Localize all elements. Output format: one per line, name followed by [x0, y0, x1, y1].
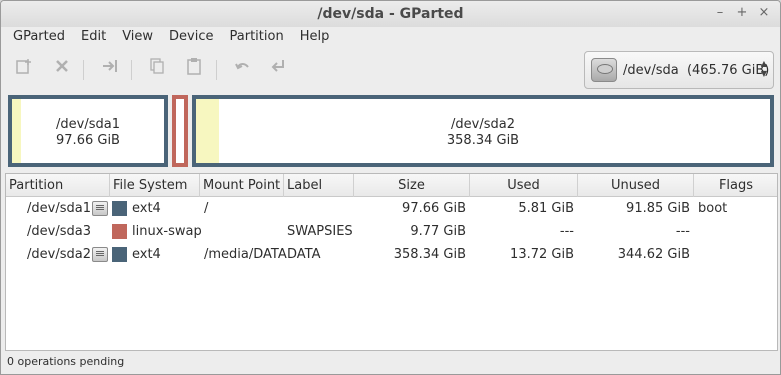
cell-unused: 344.62 GiB [617, 247, 690, 262]
column-used[interactable]: Used [470, 174, 578, 197]
maximize-button[interactable]: + [734, 5, 750, 21]
disk-map-partition-sda1[interactable]: /dev/sda1 97.66 GiB [8, 95, 168, 167]
cell-mount-point: / [204, 201, 209, 216]
cell-partition: /dev/sda2 [27, 247, 91, 262]
hard-disk-icon [591, 58, 617, 82]
cell-label: DATA [287, 247, 321, 262]
cell-file-system: linux-swap [132, 224, 202, 239]
disk-map-partition-sda2[interactable]: /dev/sda2 358.34 GiB [192, 95, 774, 167]
column-partition[interactable]: Partition [6, 174, 110, 197]
cell-unused: 91.85 GiB [626, 201, 690, 216]
cell-flags: boot [698, 201, 728, 216]
cell-unused: --- [675, 224, 690, 239]
column-label[interactable]: Label [284, 174, 354, 197]
delete-icon[interactable] [49, 57, 75, 83]
toolbar-separator [131, 60, 132, 80]
cell-used: 13.72 GiB [510, 247, 574, 262]
device-selector[interactable]: /dev/sda (465.76 GiB) ▲ ▼ [584, 51, 774, 89]
menu-gparted[interactable]: GParted [5, 27, 73, 47]
cell-file-system: ext4 [132, 201, 161, 216]
column-unused[interactable]: Unused [578, 174, 694, 197]
cell-mount-point: /media/DATA [204, 247, 287, 262]
partition-info-icon[interactable] [92, 201, 108, 216]
minimize-button[interactable]: – [712, 5, 728, 21]
partition-label: /dev/sda2 358.34 GiB [196, 117, 770, 149]
device-label: /dev/sda (465.76 GiB) [623, 62, 770, 78]
cell-size: 97.66 GiB [402, 201, 466, 216]
operations-pending-text: 0 operations pending [7, 355, 125, 368]
cell-size: 358.34 GiB [393, 247, 466, 262]
partition-name: /dev/sda1 [56, 117, 120, 132]
gparted-window: /dev/sda - GParted – + × GParted Edit Vi… [0, 0, 781, 375]
column-flags[interactable]: Flags [694, 174, 778, 197]
partition-size: 97.66 GiB [56, 133, 120, 148]
table-header: Partition File System Mount Point Label … [6, 174, 777, 197]
menu-view[interactable]: View [114, 27, 161, 47]
cell-used: --- [559, 224, 574, 239]
apply-icon[interactable] [265, 57, 291, 83]
titlebar[interactable]: /dev/sda - GParted – + × [1, 1, 780, 27]
new-partition-icon[interactable] [11, 57, 37, 83]
table-row[interactable]: /dev/sda1 ext4 / 97.66 GiB 5.81 GiB 91.8… [6, 197, 777, 220]
table-row[interactable]: /dev/sda2 ext4 /media/DATA DATA 358.34 G… [6, 243, 777, 266]
dropdown-arrows-icon: ▲ ▼ [760, 59, 767, 78]
resize-move-icon[interactable] [97, 57, 123, 83]
filesystem-color-swatch [112, 247, 127, 262]
column-size[interactable]: Size [354, 174, 470, 197]
partition-size: 358.34 GiB [446, 133, 520, 148]
status-bar: 0 operations pending [1, 353, 780, 374]
partition-info-icon[interactable] [92, 247, 108, 262]
menubar: GParted Edit View Device Partition Help [1, 27, 780, 47]
column-file-system[interactable]: File System [110, 174, 200, 197]
cell-file-system: ext4 [132, 247, 161, 262]
partition-table: Partition File System Mount Point Label … [5, 173, 778, 351]
table-row[interactable]: /dev/sda3 linux-swap SWAPSIES 9.77 GiB -… [6, 220, 777, 243]
cell-used: 5.81 GiB [518, 201, 574, 216]
cell-size: 9.77 GiB [410, 224, 466, 239]
disk-map-partition-sda3[interactable] [172, 95, 188, 167]
disk-map: /dev/sda1 97.66 GiB /dev/sda2 358.34 GiB [8, 95, 774, 167]
menu-device[interactable]: Device [161, 27, 221, 47]
window-controls: – + × [712, 5, 772, 21]
toolbar-separator [216, 60, 217, 80]
undo-icon[interactable] [229, 57, 255, 83]
filesystem-color-swatch [112, 201, 127, 216]
column-mount-point[interactable]: Mount Point [200, 174, 284, 197]
partition-name: /dev/sda2 [451, 117, 515, 132]
partition-label: /dev/sda1 97.66 GiB [12, 117, 164, 149]
window-title: /dev/sda - GParted [317, 6, 464, 22]
menu-edit[interactable]: Edit [73, 27, 114, 47]
filesystem-color-swatch [112, 224, 127, 239]
cell-partition: /dev/sda3 [27, 224, 91, 239]
menu-partition[interactable]: Partition [222, 27, 292, 47]
copy-icon[interactable] [144, 57, 170, 83]
toolbar-separator [83, 60, 84, 80]
paste-icon[interactable] [181, 57, 207, 83]
cell-partition: /dev/sda1 [27, 201, 91, 216]
menu-help[interactable]: Help [292, 27, 338, 47]
cell-label: SWAPSIES [287, 224, 353, 239]
close-button[interactable]: × [756, 5, 772, 21]
